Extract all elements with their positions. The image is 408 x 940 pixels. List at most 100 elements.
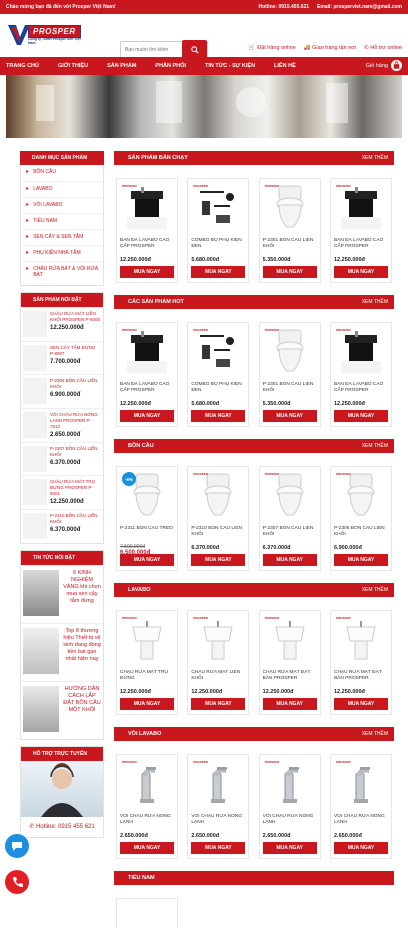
product-image[interactable]: PROSPER xyxy=(333,326,388,378)
order-online-link[interactable]: 🛒 Đặt hàng online xyxy=(249,45,296,51)
featured-product[interactable]: SEN CÂY TẮM ĐỨNG P-8007 7.700.000đ xyxy=(21,340,103,375)
buy-now-button[interactable]: MUA NGAY xyxy=(120,410,174,422)
buy-now-button[interactable]: MUA NGAY xyxy=(333,554,388,566)
product-image[interactable]: PROSPER xyxy=(333,470,388,522)
call-fab[interactable] xyxy=(5,870,29,894)
product-card[interactable]: PROSPER P-2307 BỒN CẦU LIỀN KHỐI 6.370.000… xyxy=(258,466,321,571)
product-image[interactable]: PROSPER xyxy=(262,470,317,522)
category-item[interactable]: ➤ VÒI LAVABO xyxy=(21,197,103,213)
product-name[interactable]: P-2310 BỒN CẦU LIỀN KHỐI xyxy=(191,526,245,544)
logo[interactable]: PROSPER Công ty TNHH Prosper Sen Việt Na… xyxy=(8,21,92,51)
chat-fab[interactable] xyxy=(5,834,29,858)
buy-now-button[interactable]: MUA NGAY xyxy=(262,554,317,566)
product-image[interactable]: PROSPER xyxy=(262,758,317,810)
product-card[interactable]: PROSPER BÀN ĐÁ LAVABO CAO CẤP PROSPER 12.2… xyxy=(116,322,178,427)
buy-now-button[interactable]: MUA NGAY xyxy=(191,410,246,422)
product-name[interactable]: CHẬU RỬA MẶT ĐẶT BÀN PROSPER xyxy=(334,670,388,688)
product-name[interactable]: P-2311 BỒN CẦU TREO xyxy=(120,526,174,544)
product-name[interactable]: VÒI CHẬU RỬA NÓNG LẠNH xyxy=(191,814,245,832)
buy-now-button[interactable]: MUA NGAY xyxy=(191,842,246,854)
product-image[interactable]: PROSPER xyxy=(191,758,246,810)
product-card[interactable]: PROSPER BÀN ĐÁ LAVABO CAO CẤP PROSPER 12.2… xyxy=(329,178,392,283)
product-card[interactable]: PROSPER VÒI CHẬU RỬA NÓNG LẠNH 2.650.000đ M… xyxy=(258,754,321,859)
product-card[interactable]: PROSPER CHẬU RỬA MẶT ĐẶT BÀN PROSPER 12.25… xyxy=(258,610,321,715)
product-name[interactable]: BÀN ĐÁ LAVABO CAO CẤP PROSPER xyxy=(120,238,174,256)
buy-now-button[interactable]: MUA NGAY xyxy=(262,410,317,422)
nav-item-news[interactable]: TIN TỨC - SỰ KIỆN xyxy=(205,63,255,69)
product-name[interactable]: COMBO BỘ PHỤ KIỆN ĐEN xyxy=(191,382,245,400)
product-card[interactable]: PROSPER CHẬU RỬA MẶT TRỤ ĐỨNG 12.250.000đ M… xyxy=(116,610,178,715)
buy-now-button[interactable]: MUA NGAY xyxy=(333,410,388,422)
featured-product[interactable]: P-2310 BỒN CẦU LIỀN KHỐI 6.370.000đ xyxy=(21,509,103,543)
nav-item-distribution[interactable]: PHÂN PHỐI xyxy=(155,63,186,69)
buy-now-button[interactable]: MUA NGAY xyxy=(262,842,317,854)
product-name[interactable]: VÒI CHẬU RỬA NÓNG LẠNH xyxy=(120,814,174,832)
featured-product[interactable]: CHẬU RỬA MẶT TRỤ ĐỨNG PROSPER P-5001 12.2… xyxy=(21,475,103,509)
news-item[interactable]: Top 8 thương hiệu Thiết bị vệ sinh đang … xyxy=(21,622,103,681)
product-name[interactable]: P-2306 BỒN CẦU LIỀN KHỐI xyxy=(334,526,388,544)
see-more-link[interactable]: XEM THÊM xyxy=(362,299,388,305)
email-text[interactable]: Email: prosperviet.nam@gmail.com xyxy=(317,4,402,10)
product-image[interactable]: PROSPER xyxy=(120,758,174,810)
product-card[interactable]: PROSPER VÒI CHẬU RỬA NÓNG LẠNH 2.650.000đ M… xyxy=(329,754,392,859)
product-name[interactable]: BÀN ĐÁ LAVABO CAO CẤP PROSPER xyxy=(120,382,174,400)
product-name[interactable]: VÒI CHẬU RỬA NÓNG LẠNH xyxy=(334,814,388,832)
product-name[interactable]: P-2301 BỒN CẦU LIỀN KHỐI xyxy=(263,382,317,400)
product-image[interactable]: PROSPER xyxy=(262,326,317,378)
see-more-link[interactable]: XEM THÊM xyxy=(362,155,388,161)
support-hotline[interactable]: ✆ Hotline: 0915 455 621 xyxy=(21,817,103,837)
product-image[interactable]: PROSPER xyxy=(191,326,246,378)
category-item[interactable]: ➤ SEN CÂY & SEN TẮM xyxy=(21,229,103,245)
product-card[interactable] xyxy=(116,898,178,928)
product-card[interactable]: PROSPER CHẬU RỬA MẶT ĐẶT BÀN PROSPER 12.25… xyxy=(329,610,392,715)
support-link[interactable]: ✆ Hỗ trợ online xyxy=(364,45,402,51)
see-more-link[interactable]: XEM THÊM xyxy=(362,731,388,737)
category-item[interactable]: ➤ PHỤ KIỆN NHÀ TẮM xyxy=(21,245,103,261)
buy-now-button[interactable]: MUA NGAY xyxy=(120,554,174,566)
nav-item-products[interactable]: SẢN PHẨM xyxy=(107,63,136,69)
see-more-link[interactable]: XEM THÊM xyxy=(362,587,388,593)
news-item[interactable]: 6 KINH NGHIỆM VÀNG khi chọn mua sen cây … xyxy=(21,564,103,623)
product-card[interactable]: PROSPER P-2306 BỒN CẦU LIỀN KHỐI 6.900.000… xyxy=(329,466,392,571)
product-image[interactable]: PROSPER xyxy=(191,182,246,234)
buy-now-button[interactable]: MUA NGAY xyxy=(191,698,246,710)
product-image[interactable]: PROSPER xyxy=(120,182,174,234)
buy-now-button[interactable]: MUA NGAY xyxy=(191,266,246,278)
product-name[interactable]: BÀN ĐÁ LAVABO CAO CẤP PROSPER xyxy=(334,382,388,400)
product-name[interactable]: CHẬU RỬA MẶT TRỤ ĐỨNG xyxy=(120,670,174,688)
featured-product[interactable]: P-2306 BỒN CẦU LIỀN KHỐI 6.900.000đ xyxy=(21,374,103,408)
product-card[interactable]: PROSPER COMBO BỘ PHỤ KIỆN ĐEN 5.680.000đ MU… xyxy=(187,178,250,283)
product-image[interactable]: PROSPER xyxy=(333,182,388,234)
product-name[interactable]: P-2307 BỒN CẦU LIỀN KHỐI xyxy=(263,526,317,544)
buy-now-button[interactable]: MUA NGAY xyxy=(120,266,174,278)
product-card[interactable]: PROSPER BÀN ĐÁ LAVABO CAO CẤP PROSPER 12.2… xyxy=(116,178,178,283)
product-image[interactable]: PROSPER xyxy=(120,326,174,378)
product-name[interactable]: VÒI CHẬU RỬA NÓNG LẠNH xyxy=(263,814,317,832)
product-name[interactable]: COMBO BỘ PHỤ KIỆN ĐEN xyxy=(191,238,245,256)
product-image[interactable]: PROSPER xyxy=(262,182,317,234)
buy-now-button[interactable]: MUA NGAY xyxy=(191,554,246,566)
product-image[interactable]: -6% xyxy=(120,470,174,522)
buy-now-button[interactable]: MUA NGAY xyxy=(333,698,388,710)
buy-now-button[interactable]: MUA NGAY xyxy=(120,698,174,710)
nav-item-about[interactable]: GIỚI THIỆU xyxy=(58,63,88,69)
product-card[interactable]: PROSPER COMBO BỘ PHỤ KIỆN ĐEN 5.680.000đ MU… xyxy=(187,322,250,427)
featured-product[interactable]: VÒI CHẬU RỬA NÓNG LẠNH PROSPER P-7012 2.6… xyxy=(21,408,103,442)
product-name[interactable]: P-2301 BỒN CẦU LIỀN KHỐI xyxy=(263,238,317,256)
product-card[interactable]: PROSPER VÒI CHẬU RỬA NÓNG LẠNH 2.650.000đ M… xyxy=(116,754,178,859)
product-name[interactable]: CHẬU RỬA MẶT LIỀN KHỐI xyxy=(191,670,245,688)
product-image[interactable]: PROSPER xyxy=(191,614,246,666)
hotline-text[interactable]: Hotline: 0915.455.621 xyxy=(259,4,310,10)
product-image[interactable]: PROSPER xyxy=(333,614,388,666)
product-card[interactable]: PROSPER CHẬU RỬA MẶT LIỀN KHỐI 12.250.000đ… xyxy=(187,610,250,715)
featured-product[interactable]: CHẬU RỬA MẶT LIỀN KHỐI PROSPER P-5005 12.… xyxy=(21,307,103,341)
product-image[interactable]: PROSPER xyxy=(333,758,388,810)
product-image[interactable]: PROSPER xyxy=(262,614,317,666)
cart-button[interactable]: Giỏ hàng xyxy=(366,60,402,71)
product-image[interactable]: PROSPER xyxy=(191,470,246,522)
product-name[interactable]: BÀN ĐÁ LAVABO CAO CẤP PROSPER xyxy=(334,238,388,256)
product-card[interactable]: PROSPER P-2310 BỒN CẦU LIỀN KHỐI 6.370.000… xyxy=(187,466,250,571)
category-item[interactable]: ➤ TIỂU NAM xyxy=(21,213,103,229)
product-card[interactable]: PROSPER P-2301 BỒN CẦU LIỀN KHỐI 5.350.000… xyxy=(258,322,321,427)
buy-now-button[interactable]: MUA NGAY xyxy=(120,842,174,854)
